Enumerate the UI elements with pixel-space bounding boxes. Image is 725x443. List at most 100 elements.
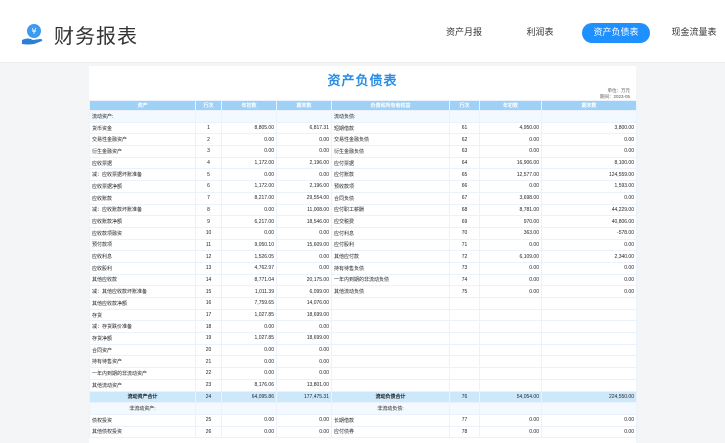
table-cell: 0.00 [479,133,542,147]
table-cell: 一年内到期的非流动负债 [331,273,450,287]
table-cell: 合同资产 [89,343,196,357]
table-cell: 一年内到期的非流动资产 [89,367,196,380]
table-cell: 19 [195,332,222,345]
table-cell: -578.00 [541,226,637,240]
table-cell: 1,526.05 [221,250,277,263]
table-cell: 24 [195,390,222,404]
table-cell: 0.00 [479,145,542,158]
table-cell: 货币资金 [89,121,196,135]
table-cell: 减：存货跌价准备 [89,320,196,334]
table-header-row: 资产 行次 年初数 期末数 负债和所有者权益 行次 年初数 期末数 [89,100,637,111]
nav-item-cash-flow[interactable]: 现金流量表 [668,23,720,43]
table-cell: 0.00 [276,226,332,240]
table-cell: 交易性金融资产 [89,133,196,147]
table-cell [449,297,480,310]
table-cell: 71 [449,238,480,252]
top-header: ¥ 财务报表 资产月报 利润表 资产负债表 现金流量表 [0,0,725,63]
table-cell: 流动负债: [331,110,450,123]
nav-item-income[interactable]: 利润表 [518,23,562,43]
column-header: 行次 [195,100,222,111]
table-cell: 7,759.65 [221,297,277,310]
table-cell: 21 [195,355,222,369]
table-cell: 0.00 [221,145,277,158]
table-cell: 其他应收款净额 [89,297,196,310]
table-cell: 5 [195,168,222,182]
table-cell: 1,172.00 [221,180,277,193]
table-cell: 67 [449,191,480,205]
table-cell: 4 [195,156,222,170]
report-meta: 单位：万元 期间：2023-05 [600,88,630,100]
table-cell: 0.00 [276,343,332,357]
table-cell: 应交税费 [331,215,450,228]
table-cell [331,332,450,345]
table-cell: 61 [449,121,480,135]
table-row: 一年内到期的非流动资产 22 0.00 0.00 [89,367,637,380]
nav-item-balance-sheet[interactable]: 资产负债表 [582,23,650,43]
table-cell: 65 [449,168,480,182]
table-cell: 970.00 [479,215,542,228]
table-cell: 合同负债 [331,191,450,205]
table-cell: 1,593.00 [541,180,637,193]
table-row: 预付款项 11 9,050.10 15,609.00 应付股利 71 0.00 0.00 [89,238,637,252]
table-cell [449,367,480,380]
table-cell: 6,109.00 [479,250,542,263]
table-cell: 应付股利 [331,238,450,252]
table-cell: 72 [449,250,480,263]
table-cell: 其他流动负债 [331,285,450,298]
table-cell: 应收股利 [89,261,196,275]
table-cell: 29,554.00 [276,191,332,205]
table-cell: 0.00 [541,133,637,147]
table-row: 衍生金融资产 3 0.00 0.00 衍生金融负债 63 0.00 0.00 [89,145,637,158]
table-cell [541,367,637,380]
table-cell [541,343,637,357]
table-cell: 62 [449,133,480,147]
table-cell: 15 [195,285,222,298]
table-cell: 非流动资产: [89,402,196,415]
table-cell: 应付债券 [331,425,450,439]
table-cell [449,355,480,369]
table-cell: 78 [449,425,480,439]
table-cell [541,332,637,345]
table-cell: 0.00 [541,238,637,252]
table-row: 存货 17 1,027.85 18,699.00 [89,308,637,322]
table-cell [449,402,480,415]
table-row: 减：其他应收款坏账准备 15 1,011.39 6,099.00 其他流动负债 75 0.0… [89,285,637,298]
table-cell: 73 [449,261,480,275]
table-cell: 22 [195,367,222,380]
table-cell: 8,805.00 [221,121,277,135]
table-cell [331,378,450,392]
table-cell [479,110,542,123]
table-cell [449,110,480,123]
table-cell [449,320,480,334]
table-cell: 16 [195,297,222,310]
table-cell: 40,806.00 [541,215,637,228]
table-row: 应收利息 12 1,526.05 0.00 其他应付款 72 6,109.00 2,340.0… [89,250,637,263]
table-cell [479,367,542,380]
table-cell: 6,217.00 [221,215,277,228]
table-cell: 1,172.00 [221,156,277,170]
table-row: 减：应收账款坏账准备 8 0.00 11,008.00 应付职工薪酬 68 8,781.00… [89,203,637,217]
table-cell: 持有待售资产 [89,355,196,369]
table-cell: 应收票据净额 [89,180,196,193]
table-cell [479,355,542,369]
table-cell: 应收账款 [89,191,196,205]
table-cell: 预付款项 [89,238,196,252]
column-header: 年初数 [479,100,542,111]
table-cell: 26 [195,425,222,439]
table-cell: 224,550.00 [541,390,637,404]
table-cell: 4,762.97 [221,261,277,275]
table-cell: 70 [449,226,480,240]
nav-item-monthly[interactable]: 资产月报 [440,23,488,43]
table-cell [449,378,480,392]
table-cell: 其他债权投资 [89,425,196,439]
table-row: 减：应收票据坏账准备 5 0.00 0.00 应付账款 65 12,577.00 124,55… [89,168,637,182]
table-cell: 11 [195,238,222,252]
table-cell: 0.00 [541,145,637,158]
table-cell: 9 [195,215,222,228]
table-cell: 8 [195,203,222,217]
table-cell [479,343,542,357]
table-cell [479,308,542,322]
table-cell: 177,475.31 [276,390,332,404]
column-header: 资产 [89,100,196,111]
table-cell: 18,699.00 [276,332,332,345]
